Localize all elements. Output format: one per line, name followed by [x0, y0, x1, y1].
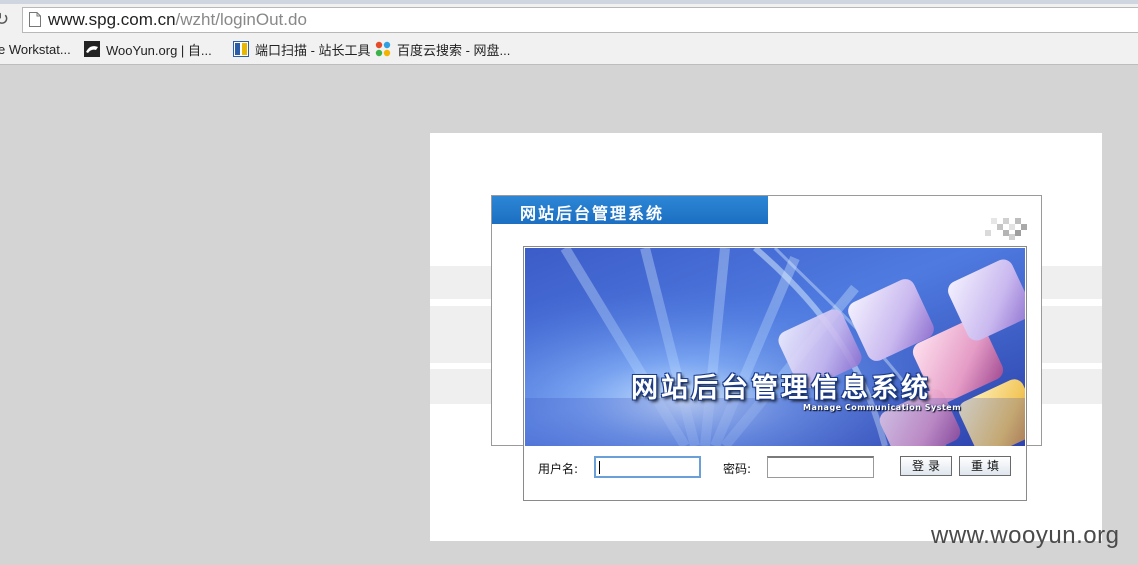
reset-button[interactable]: 重填 — [959, 456, 1011, 476]
system-title: 网站后台管理系统 — [520, 204, 665, 223]
bookmark-wooyun[interactable]: WooYun.org | 自... — [84, 39, 212, 59]
login-form: 用户名: 密码: 登录 重填 — [524, 451, 1026, 481]
tab-strip — [0, 0, 1138, 4]
bookmarks-bar: e Workstat... WooYun.org | 自... 端口扫描 - 站… — [0, 36, 1138, 62]
login-button[interactable]: 登录 — [900, 456, 952, 476]
browser-toolbar: ↻ www.spg.com.cn/wzht/loginOut.do e Work… — [0, 0, 1138, 65]
wooyun-icon — [84, 41, 100, 57]
username-label: 用户名: — [538, 462, 579, 476]
address-bar[interactable]: www.spg.com.cn/wzht/loginOut.do — [22, 7, 1138, 33]
login-panel: 网站后台管理信息系统 Manage Communication System 用… — [523, 246, 1027, 501]
pixelated-logo-icon — [985, 218, 1027, 240]
bookmark-label: WooYun.org | 自... — [106, 42, 212, 58]
login-banner: 网站后台管理信息系统 Manage Communication System — [525, 248, 1025, 446]
url-text: www.spg.com.cn/wzht/loginOut.do — [48, 10, 307, 30]
bookmark-baidu-cloud[interactable]: 百度云搜索 - 网盘... — [375, 39, 510, 59]
bookmark-label: 端口扫描 - 站长工具 — [255, 42, 371, 58]
bookmark-workstation[interactable]: e Workstat... — [0, 39, 71, 59]
password-input[interactable] — [767, 456, 874, 478]
watermark: www.wooyun.org — [931, 522, 1120, 549]
page-icon — [29, 12, 41, 27]
bookmark-label: 百度云搜索 - 网盘... — [397, 42, 511, 58]
url-host: www.spg.com.cn — [48, 10, 176, 29]
text-cursor — [599, 461, 600, 474]
chinaz-icon — [233, 41, 249, 57]
password-label: 密码: — [723, 462, 752, 476]
url-path: /wzht/loginOut.do — [175, 10, 307, 29]
banner-title: 网站后台管理信息系统 — [631, 373, 931, 404]
username-input[interactable] — [594, 456, 701, 478]
reload-icon[interactable]: ↻ — [0, 8, 12, 32]
bookmark-label: e Workstat... — [0, 41, 71, 57]
title-bar: 网站后台管理系统 — [492, 196, 768, 224]
baidu-cloud-icon — [375, 41, 391, 57]
bookmark-port-scan[interactable]: 端口扫描 - 站长工具 — [233, 39, 371, 59]
keyboard-banner-image — [525, 248, 1025, 446]
banner-subtitle: Manage Communication System — [803, 403, 962, 412]
